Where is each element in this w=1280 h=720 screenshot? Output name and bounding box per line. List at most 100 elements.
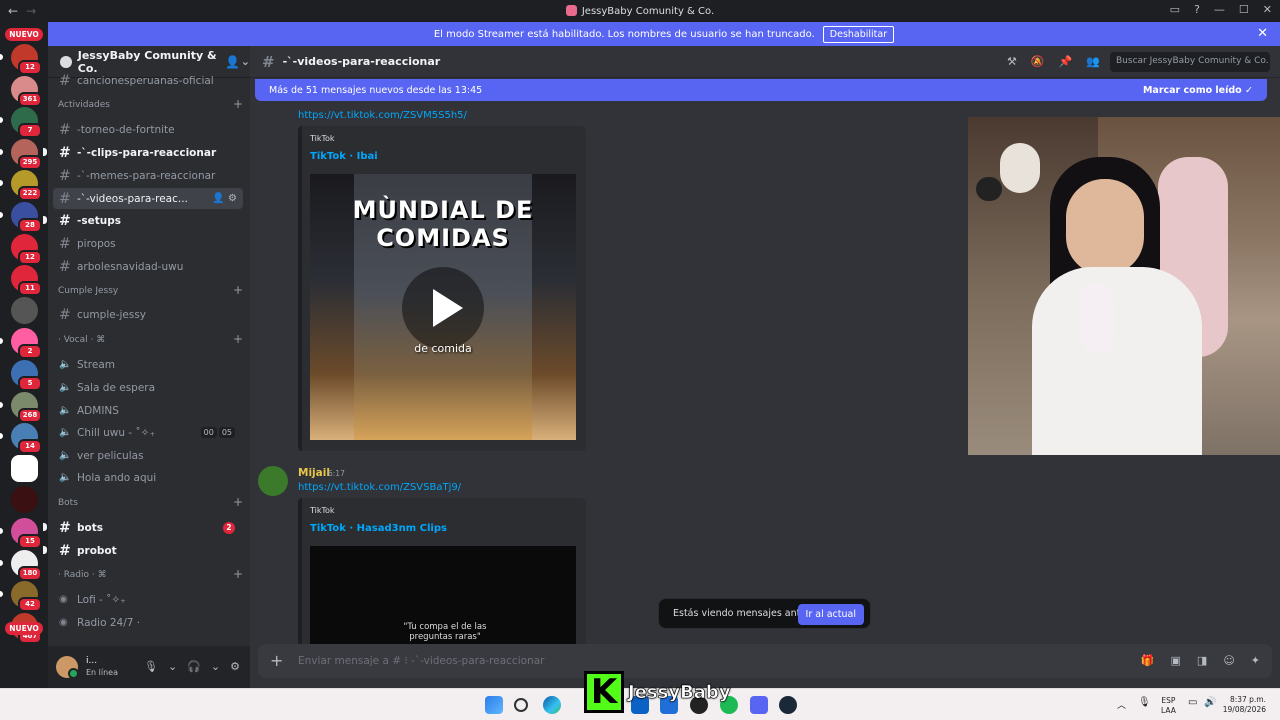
inbox-icon[interactable]: ▭ [1170, 3, 1180, 16]
channel-category[interactable]: Actividades + [58, 98, 243, 110]
channel-item[interactable]: 🔈 Chill uwu - ˚✧₊ 00 05 [53, 422, 243, 443]
plus-icon[interactable]: + [233, 284, 243, 296]
sticker-icon[interactable]: ◨ [1197, 654, 1207, 667]
channel-item[interactable]: # probot [53, 540, 243, 561]
gift-icon[interactable]: 🎁 [1141, 654, 1155, 667]
channel-item[interactable]: # -`-clips-para-reaccionar [53, 142, 243, 163]
message-link[interactable]: https://vt.tiktok.com/ZSVM5S5h5/ [298, 110, 467, 121]
plus-icon[interactable]: + [233, 568, 243, 580]
channel-item[interactable]: 🔈 Hola ando aqui [53, 467, 243, 488]
server-icon[interactable]: 28 [11, 202, 42, 233]
members-icon[interactable]: 👥 [1086, 55, 1100, 68]
channel-item[interactable]: # bots 2 [53, 517, 243, 538]
minimize-icon[interactable]: — [1214, 3, 1225, 16]
avatar[interactable] [56, 656, 79, 679]
add-attachment-icon[interactable]: + [270, 651, 283, 670]
clock[interactable]: 8:37 p.m. 19/08/2026 [1223, 695, 1266, 715]
network-icon[interactable]: ▭ [1188, 697, 1197, 708]
pin-icon[interactable]: 📌 [1059, 55, 1073, 68]
message-link[interactable]: https://vt.tiktok.com/ZSVSBaTj9/ [298, 482, 461, 493]
server-icon[interactable]: 268 [11, 391, 42, 423]
channel-item[interactable]: 🔈 ADMINS [53, 400, 243, 421]
server-icon[interactable]: 2 [11, 328, 42, 360]
search-input[interactable]: Buscar JessyBaby Comunity & Co. [1110, 52, 1270, 72]
invite-people-icon[interactable]: 👤 [225, 55, 240, 69]
server-icon[interactable]: 14 [11, 423, 42, 455]
embed-title[interactable]: TikTok · Hasad3nm Clips [310, 523, 447, 534]
message-author[interactable]: Mijail [298, 467, 330, 479]
embed-title[interactable]: TikTok · Ibai [310, 151, 378, 162]
forward-arrow-icon[interactable]: → [26, 4, 36, 18]
volume-icon[interactable]: 🔊 [1204, 697, 1216, 708]
search-icon[interactable] [514, 698, 528, 712]
server-icon[interactable]: 15 [11, 518, 42, 549]
chevron-down-icon[interactable]: ⌄ [168, 660, 177, 673]
channel-category[interactable]: Cumple Jessy + [58, 284, 243, 296]
plus-icon[interactable]: + [233, 496, 243, 508]
plus-icon[interactable]: + [233, 98, 243, 110]
message-input[interactable]: Enviar mensaje a # ⁝ -`-videos-para-reac… [298, 655, 544, 667]
plus-icon[interactable]: + [233, 333, 243, 345]
play-button[interactable] [402, 267, 484, 349]
gear-icon[interactable]: ⚙ [230, 660, 240, 673]
user-info[interactable]: i... En línea [86, 655, 118, 679]
server-icon[interactable]: 42 [11, 581, 42, 613]
server-icon[interactable]: 12 [11, 44, 42, 75]
language-indicator[interactable]: ESP LAA [1161, 696, 1176, 716]
gif-icon[interactable]: ▣ [1171, 654, 1181, 667]
channel-settings-icon[interactable]: 👤 ⚙ [212, 193, 237, 204]
channel-item[interactable]: # -`-videos-para-reac... 👤 ⚙ [53, 188, 243, 209]
steam-icon[interactable] [779, 696, 797, 714]
channel-item[interactable]: # -torneo-de-fortnite [53, 119, 243, 140]
emoji-icon[interactable]: ☺ [1223, 654, 1234, 667]
video-thumbnail[interactable]: "Tu compa el de las preguntas raras" [310, 546, 576, 648]
video-thumbnail[interactable]: MÙNDIAL DE COMIDAS de comida [310, 174, 576, 440]
headphones-icon[interactable]: 🎧 [187, 660, 201, 673]
server-icon[interactable]: 180 [11, 549, 42, 581]
channel-item[interactable]: 🔈 ver peliculas [53, 445, 243, 466]
help-icon[interactable]: ? [1194, 3, 1200, 16]
server-icon[interactable]: 12 [11, 233, 42, 265]
apps-icon[interactable]: ✦ [1251, 654, 1260, 667]
tray-chevron-icon[interactable]: ︿ [1117, 698, 1126, 711]
channel-item[interactable]: ◉ Radio 24/7 · [53, 612, 243, 633]
new-messages-bar[interactable]: Más de 51 mensajes nuevos desde las 13:4… [255, 79, 1267, 101]
channel-item[interactable]: 🔈 Sala de espera [53, 377, 243, 398]
server-icon[interactable]: 5 [11, 360, 42, 391]
server-icon[interactable] [11, 486, 38, 514]
server-icon[interactable]: 222 [11, 170, 42, 202]
server-icon[interactable]: 11 [11, 265, 42, 297]
disable-streamer-button[interactable]: Deshabilitar [822, 25, 895, 43]
avatar[interactable] [258, 466, 288, 496]
channel-item[interactable]: # -`-memes-para-reaccionar [53, 165, 243, 186]
edge-browser-icon[interactable] [543, 696, 561, 714]
mark-as-read-button[interactable]: Marcar como leído ✓ [1143, 85, 1253, 96]
chevron-down-icon[interactable]: ⌄ [211, 660, 220, 673]
channel-item[interactable]: # -setups [53, 210, 243, 231]
channel-item[interactable]: 🔈 Stream [53, 354, 243, 375]
mute-bell-icon[interactable]: 🔕 [1031, 55, 1045, 68]
channel-item[interactable]: # piropos [53, 233, 243, 254]
server-icon[interactable] [11, 296, 38, 324]
server-icon[interactable]: 7 [11, 107, 42, 139]
channel-item[interactable]: ◉ Lofi - ˚✧₊ [53, 589, 243, 610]
message-composer[interactable]: + Enviar mensaje a # ⁝ -`-videos-para-re… [258, 644, 1272, 678]
channel-item[interactable]: # cancionesperuanas-oficial [53, 70, 243, 91]
server-icon[interactable]: 295 [11, 138, 42, 170]
discord-icon[interactable] [750, 696, 768, 714]
mic-tray-icon[interactable]: 🎙 [1138, 697, 1151, 708]
jump-to-present-button[interactable]: Ir al actual [797, 604, 864, 625]
channel-category[interactable]: Bots + [58, 496, 243, 508]
close-window-icon[interactable]: ✕ [1263, 3, 1272, 16]
threads-icon[interactable]: ⚒ [1007, 55, 1017, 68]
microphone-icon[interactable]: 🎙 [144, 660, 158, 673]
channel-category[interactable]: · Radio · ⌘ + [58, 568, 243, 580]
channel-item[interactable]: # arbolesnavidad-uwu [53, 256, 243, 277]
back-arrow-icon[interactable]: ← [8, 4, 18, 18]
channel-item[interactable]: # cumple-jessy [53, 304, 243, 325]
server-icon[interactable] [11, 454, 38, 482]
close-banner-icon[interactable]: ✕ [1257, 26, 1268, 41]
windows-start-icon[interactable] [485, 696, 503, 714]
channel-category[interactable]: · Vocal · ⌘ + [58, 333, 243, 345]
server-icon[interactable]: 361 [11, 75, 42, 107]
